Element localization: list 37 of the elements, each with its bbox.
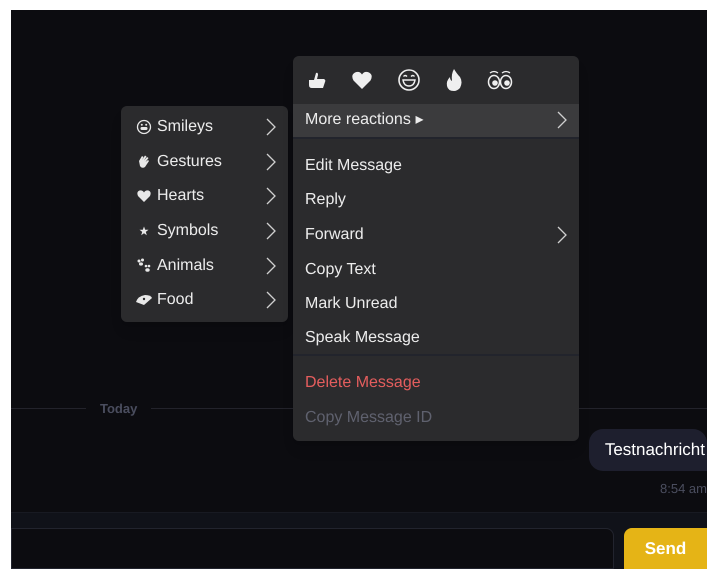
smiley-icon: [136, 119, 152, 136]
chevron-right-icon: [266, 256, 276, 275]
chevron-right-icon: [266, 152, 276, 171]
menu-item[interactable]: Mark Unread: [293, 286, 579, 322]
flame-icon[interactable]: [445, 68, 463, 92]
menu-item[interactable]: Smileys: [121, 110, 288, 145]
chevron-right-icon: [266, 291, 276, 310]
menu-item[interactable]: Gestures: [121, 144, 288, 180]
heart-icon: [136, 188, 152, 204]
message-time: 8:54 am: [660, 480, 707, 498]
menu-item[interactable]: Edit Message: [293, 148, 579, 184]
menu-item[interactable]: Delete Message: [293, 366, 579, 401]
menu-item[interactable]: Reply: [293, 183, 579, 218]
message-bubble: Testnachricht: [588, 428, 707, 470]
menu-item[interactable]: Animals: [121, 248, 288, 283]
chevron-right-icon: [266, 118, 276, 136]
menu-item[interactable]: More reactions ▸: [293, 104, 579, 139]
laughing-face-icon[interactable]: [397, 68, 421, 92]
eyes-icon[interactable]: [487, 70, 513, 90]
food-icon: [135, 293, 153, 308]
date-divider-label: Today: [99, 400, 138, 418]
menu-item[interactable]: Copy Text: [293, 252, 579, 287]
chevron-right-icon: [557, 226, 567, 244]
message-input-field[interactable]: [11, 528, 614, 569]
thumbs-up-icon[interactable]: [307, 70, 327, 90]
paw-icon: [136, 258, 152, 274]
star-icon: [139, 226, 149, 236]
chevron-right-icon: [266, 187, 276, 206]
hand-icon: [136, 154, 152, 170]
menu-item[interactable]: Hearts: [121, 179, 288, 214]
chevron-right-icon: [557, 111, 567, 130]
menu-item[interactable]: Food: [121, 282, 288, 318]
menu-item[interactable]: Speak Message: [293, 322, 579, 356]
menu-item[interactable]: Forward: [293, 218, 579, 252]
chevron-right-icon: [266, 222, 276, 240]
heart-icon[interactable]: [351, 70, 373, 90]
menu-item[interactable]: Symbols: [121, 214, 288, 248]
